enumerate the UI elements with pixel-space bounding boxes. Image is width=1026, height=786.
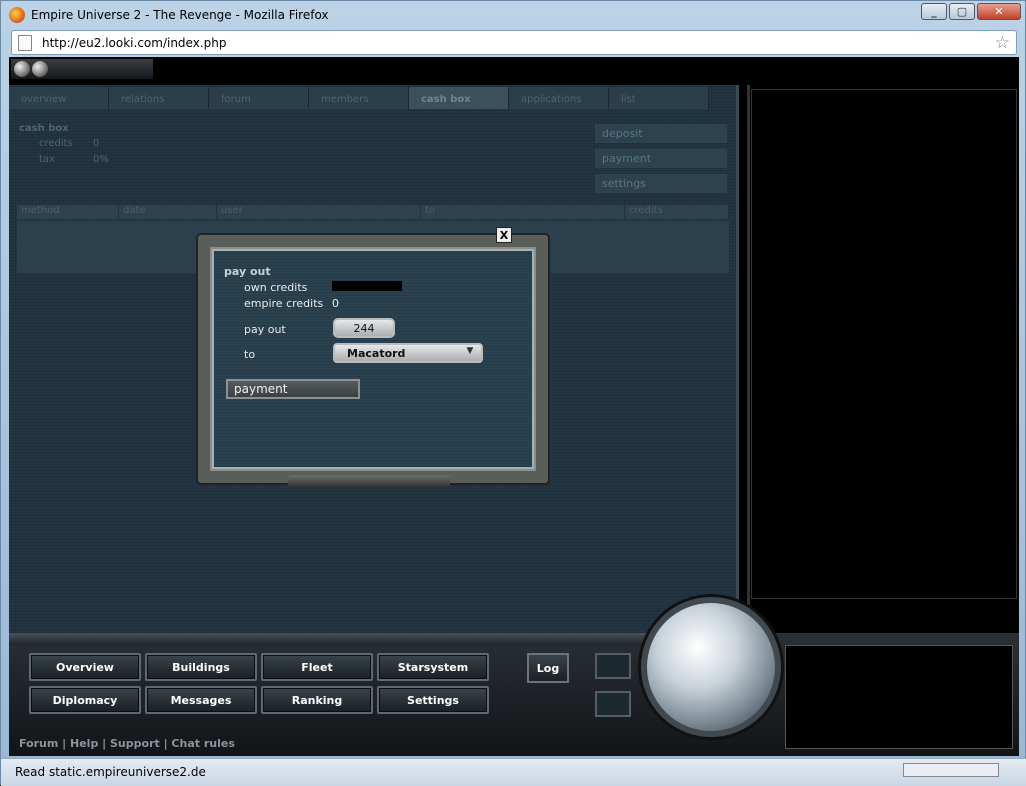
- recipient-select[interactable]: Macatord ▼: [333, 343, 483, 363]
- tab-forum[interactable]: forum: [209, 87, 309, 109]
- credits-label: credits: [39, 138, 73, 149]
- empire-credits-value: 0: [332, 297, 339, 310]
- minimap: [785, 645, 1013, 749]
- pay-out-dialog: pay out own credits empire credits 0 pay…: [198, 235, 548, 483]
- dialog-close-button[interactable]: X: [496, 227, 512, 243]
- page-icon: [18, 34, 32, 51]
- status-bar: Read static.empireuniverse2.de: [1, 758, 1026, 786]
- to-label: to: [244, 348, 256, 361]
- dialog-body: pay out own credits empire credits 0 pay…: [212, 249, 534, 469]
- chevron-down-icon[interactable]: ▼: [463, 346, 477, 360]
- col-credits: credits: [625, 205, 729, 219]
- footer-links[interactable]: Forum | Help | Support | Chat rules: [19, 737, 235, 750]
- close-window-button[interactable]: ✕: [977, 3, 1021, 20]
- nav-settings-button[interactable]: Settings: [377, 686, 489, 714]
- tab-relations[interactable]: relations: [109, 87, 209, 109]
- col-date: date: [119, 205, 217, 219]
- right-panel: [751, 89, 1017, 599]
- tab-applications[interactable]: applications: [509, 87, 609, 109]
- credits-row: credits 0: [39, 138, 99, 149]
- browser-window: Empire Universe 2 - The Revenge - Mozill…: [0, 0, 1026, 786]
- tax-value: 0%: [93, 154, 109, 165]
- title-bar: Empire Universe 2 - The Revenge - Mozill…: [1, 1, 1026, 28]
- progress-bar: [903, 763, 999, 777]
- tax-label: tax: [39, 154, 55, 165]
- payment-side-button[interactable]: payment: [595, 149, 727, 168]
- col-user: user: [217, 205, 421, 219]
- empire-tabs: overview relations forum members cash bo…: [9, 87, 709, 109]
- status-text: Read static.empireuniverse2.de: [15, 765, 206, 779]
- tax-row: tax 0%: [39, 154, 109, 165]
- hud-top-bar: [9, 633, 739, 645]
- recipient-value: Macatord: [347, 347, 406, 360]
- settings-side-button[interactable]: settings: [595, 174, 727, 193]
- dialog-base-ornament: [288, 475, 450, 487]
- own-credits-label: own credits: [244, 281, 308, 294]
- nav-messages-button[interactable]: Messages: [145, 686, 257, 714]
- top-strip: [9, 57, 1019, 83]
- address-bar[interactable]: http://eu2.looki.com/index.php ☆: [11, 30, 1017, 55]
- orb-bar: [11, 59, 153, 79]
- nav-overview-button[interactable]: Overview: [29, 653, 141, 681]
- tab-list[interactable]: list: [609, 87, 709, 109]
- tab-overview[interactable]: overview: [9, 87, 109, 109]
- cash-box-title: cash box: [19, 123, 69, 134]
- deposit-button[interactable]: deposit: [595, 124, 727, 143]
- hud-mini-button[interactable]: [595, 653, 631, 679]
- nav-starsystem-button[interactable]: Starsystem: [377, 653, 489, 681]
- empire-credits-label: empire credits: [244, 297, 324, 310]
- orb-icon[interactable]: [14, 61, 30, 77]
- nav-fleet-button[interactable]: Fleet: [261, 653, 373, 681]
- url-text: http://eu2.looki.com/index.php: [42, 35, 227, 50]
- pay-out-amount-input[interactable]: 244: [333, 318, 395, 338]
- credits-value: 0: [93, 138, 100, 149]
- transactions-header: method date user to credits: [17, 205, 729, 219]
- log-button[interactable]: Log: [527, 653, 569, 683]
- orb-icon[interactable]: [32, 61, 48, 77]
- own-credits-value: [332, 281, 402, 291]
- minimize-button[interactable]: _: [921, 3, 947, 20]
- col-to: to: [421, 205, 625, 219]
- window-title: Empire Universe 2 - The Revenge - Mozill…: [31, 7, 329, 22]
- maximize-button[interactable]: ▢: [949, 3, 975, 20]
- nav-ranking-button[interactable]: Ranking: [261, 686, 373, 714]
- hud-mini-button[interactable]: [595, 691, 631, 717]
- tab-cash-box[interactable]: cash box: [409, 87, 509, 109]
- col-method: method: [17, 205, 119, 219]
- dialog-title: pay out: [224, 265, 271, 278]
- firefox-icon: [9, 6, 25, 23]
- tab-members[interactable]: members: [309, 87, 409, 109]
- nav-buildings-button[interactable]: Buildings: [145, 653, 257, 681]
- globe-icon[interactable]: [641, 597, 781, 737]
- payment-button[interactable]: payment: [226, 379, 360, 399]
- pay-out-label: pay out: [244, 323, 286, 336]
- bookmark-star-icon[interactable]: ☆: [995, 33, 1010, 53]
- nav-diplomacy-button[interactable]: Diplomacy: [29, 686, 141, 714]
